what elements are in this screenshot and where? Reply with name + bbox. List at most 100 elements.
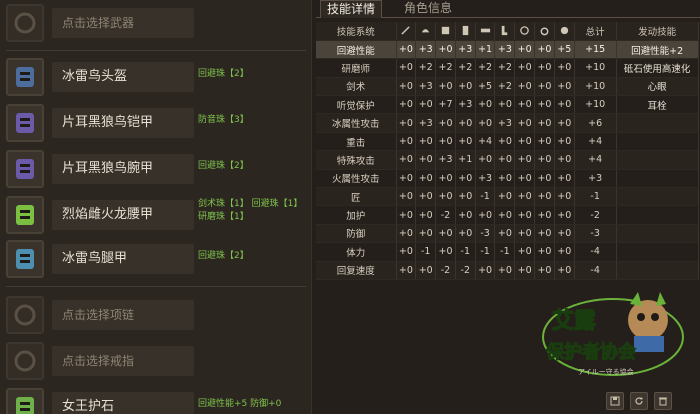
skill-point-cell: +0 — [455, 187, 476, 207]
skill-point-cell: +0 — [514, 77, 536, 97]
equipment-name[interactable]: 点击选择武器 — [52, 8, 194, 38]
column-header-talisman-icon — [554, 22, 575, 41]
table-row[interactable]: 回避性能 +0 +3 +0 +3 +1 +3 +0 +0 +5 +15 回避性能+2 — [316, 40, 699, 60]
equipment-slot[interactable]: 烈焰雌火龙腰甲 剑术珠【1】 回避珠【1】 研磨珠【1】 — [6, 196, 306, 234]
equipment-slot[interactable]: 片耳黑狼鸟腕甲 回避珠【2】 — [6, 150, 306, 188]
skill-name: 火属性攻击 — [316, 169, 397, 189]
equipment-name[interactable]: 片耳黑狼鸟铠甲 — [52, 108, 194, 138]
active-skill-cell — [616, 169, 699, 189]
equipment-slot[interactable]: 女王护石 回避性能+5 防御+0 — [6, 388, 306, 414]
column-header-necklace-icon — [514, 22, 536, 41]
equipment-slot[interactable]: 点击选择项链 — [6, 296, 306, 334]
skill-point-cell: -1 — [415, 242, 437, 262]
waist-armor-icon — [6, 196, 44, 234]
table-row[interactable]: 火属性攻击 +0 +0 +0 +0 +3 +0 +0 +0 +0 +3 — [316, 169, 699, 189]
skill-point-cell: +0 — [514, 261, 536, 280]
waist-icon — [480, 29, 490, 33]
table-row[interactable]: 匠 +0 +0 +0 +0 -1 +0 +0 +0 +0 -1 — [316, 187, 699, 207]
equipment-name[interactable]: 冰雷鸟头盔 — [52, 62, 194, 92]
skill-point-cell: +0 — [554, 113, 575, 133]
skill-point-cell: +0 — [435, 40, 456, 60]
column-header-weapon-icon — [396, 22, 417, 41]
equipment-name[interactable]: 点击选择项链 — [52, 300, 194, 330]
skill-point-cell: +0 — [396, 113, 417, 133]
weapon-slot-icon — [6, 4, 44, 42]
skill-point-cell: +0 — [554, 224, 575, 244]
skill-point-cell: +0 — [554, 169, 575, 189]
skill-point-cell: +0 — [435, 113, 456, 133]
skill-total-cell: -4 — [574, 261, 617, 280]
skill-point-cell: +3 — [415, 113, 437, 133]
skill-point-cell: -1 — [475, 187, 496, 207]
delete-button[interactable] — [654, 392, 672, 410]
skill-point-cell: -3 — [475, 224, 496, 244]
felyne-protection-association-logo: 艾露 保护者协会 アイルー守る協会 — [542, 292, 684, 376]
table-row[interactable]: 听觉保护 +0 +0 +7 +3 +0 +0 +0 +0 +0 +10 耳栓 — [316, 95, 699, 115]
column-header-leg-icon — [494, 22, 516, 41]
equipment-slot[interactable]: 片耳黑狼鸟铠甲 防音珠【3】 — [6, 104, 306, 142]
chest-armor-icon — [6, 104, 44, 142]
skill-point-cell: +0 — [475, 205, 496, 225]
equipment-name[interactable]: 片耳黑狼鸟腕甲 — [52, 154, 194, 184]
skill-point-cell: +0 — [534, 242, 555, 262]
skill-point-cell: +0 — [415, 169, 437, 189]
table-row[interactable]: 剑术 +0 +3 +0 +0 +5 +2 +0 +0 +0 +10 心眼 — [316, 77, 699, 97]
skill-point-cell: +0 — [514, 224, 536, 244]
skill-point-cell: +0 — [554, 150, 575, 170]
skill-point-cell: -1 — [455, 242, 476, 262]
skill-total-cell: -1 — [574, 187, 617, 207]
skill-name: 防御 — [316, 224, 397, 244]
logo-subtitle: アイルー守る協会 — [578, 367, 634, 376]
skill-point-cell: +3 — [455, 95, 476, 115]
skill-point-cell: +0 — [435, 77, 456, 97]
skill-point-cell: +0 — [396, 242, 417, 262]
table-row[interactable]: 防御 +0 +0 +0 +0 -3 +0 +0 +0 +0 -3 — [316, 224, 699, 244]
skill-point-cell: +2 — [455, 58, 476, 78]
refresh-button[interactable] — [630, 392, 648, 410]
trash-icon — [659, 397, 667, 406]
skill-point-cell: +5 — [554, 40, 575, 60]
table-row[interactable]: 特殊攻击 +0 +0 +3 +1 +0 +0 +0 +0 +0 +4 — [316, 150, 699, 170]
table-row[interactable]: 重击 +0 +0 +0 +0 +4 +0 +0 +0 +0 +4 — [316, 132, 699, 152]
equipment-slot[interactable]: 点击选择武器 — [6, 4, 306, 42]
equipment-name[interactable]: 烈焰雌火龙腰甲 — [52, 200, 194, 230]
skill-point-cell: +0 — [396, 95, 417, 115]
table-row[interactable]: 加护 +0 +0 -2 +0 +0 +0 +0 +0 +0 -2 — [316, 205, 699, 225]
skill-name: 加护 — [316, 205, 397, 225]
save-button[interactable] — [606, 392, 624, 410]
skill-total-cell: +4 — [574, 150, 617, 170]
equipment-slot[interactable]: 冰雷鸟腿甲 回避珠【2】 — [6, 240, 306, 278]
skill-total-cell: -3 — [574, 224, 617, 244]
table-row[interactable]: 冰属性攻击 +0 +3 +0 +0 +0 +3 +0 +0 +0 +6 — [316, 113, 699, 133]
skill-point-cell: +0 — [494, 224, 516, 244]
table-row[interactable]: 回复速度 +0 +0 -2 -2 +0 +0 +0 +0 +0 -4 — [316, 261, 699, 280]
table-row[interactable]: 体力 +0 -1 +0 -1 -1 -1 +0 +0 +0 -4 — [316, 242, 699, 262]
decoration-text: 防音珠【3】 — [198, 115, 249, 125]
column-header-chest-icon — [435, 22, 456, 41]
skill-point-cell: +0 — [494, 187, 516, 207]
skill-total-cell: -4 — [574, 242, 617, 262]
skill-total-cell: +4 — [574, 132, 617, 152]
skill-point-cell: +0 — [514, 187, 536, 207]
equipment-name[interactable]: 女王护石 — [52, 392, 194, 414]
equipment-name[interactable]: 冰雷鸟腿甲 — [52, 244, 194, 274]
skill-total-cell: -2 — [574, 205, 617, 225]
tab-character-info[interactable]: 角色信息 — [398, 0, 458, 18]
tab-skill-details[interactable]: 技能详情 — [320, 0, 383, 18]
skill-point-cell: +0 — [554, 58, 575, 78]
skill-point-cell: +0 — [554, 77, 575, 97]
equipment-slot[interactable]: 点击选择戒指 — [6, 342, 306, 380]
weapon-icon — [401, 26, 411, 36]
skill-point-cell: +0 — [514, 58, 536, 78]
skill-point-cell: +0 — [455, 113, 476, 133]
skill-point-cell: +0 — [534, 224, 555, 244]
skill-table: 技能系统 总计 发动技能 回避性能 +0 +3 +0 +3 +1 +3 +0 +0 +5 +15 回避性… — [316, 22, 699, 280]
equipment-name[interactable]: 点击选择戒指 — [52, 346, 194, 376]
equipment-slot[interactable]: 冰雷鸟头盔 回避珠【2】 — [6, 58, 306, 96]
active-skill-cell — [616, 113, 699, 133]
skill-name: 重击 — [316, 132, 397, 152]
table-row[interactable]: 研磨师 +0 +2 +2 +2 +2 +2 +0 +0 +0 +10 砥石使用高速化 — [316, 58, 699, 78]
skill-point-cell: +1 — [475, 40, 496, 60]
skill-name: 体力 — [316, 242, 397, 262]
skill-point-cell: +0 — [514, 95, 536, 115]
